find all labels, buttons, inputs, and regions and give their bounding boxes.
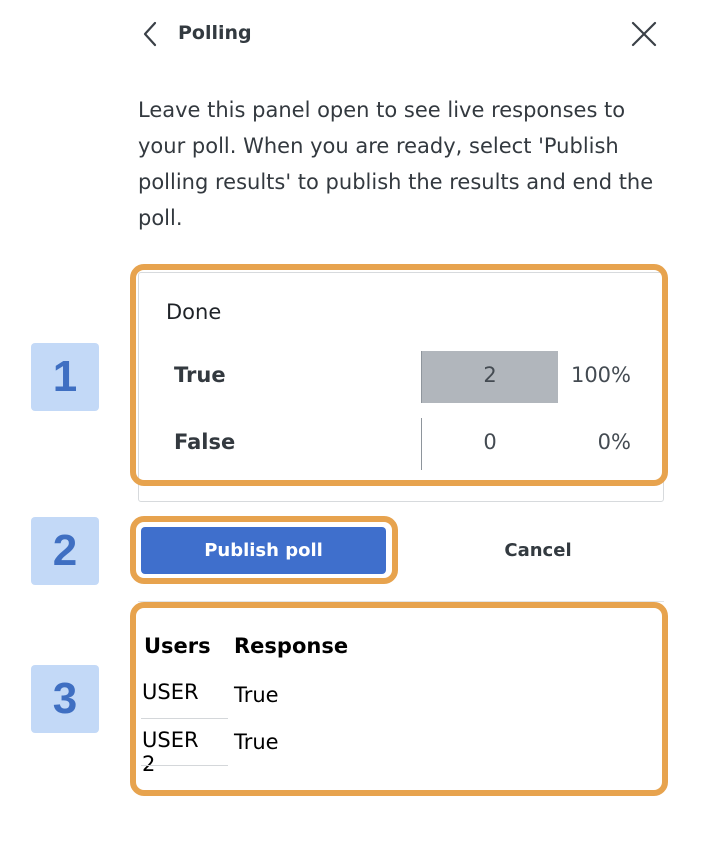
poll-option-count: 2 xyxy=(483,363,497,387)
poll-results-card: Done True 2 100% False 0 0% xyxy=(138,272,664,502)
publish-poll-button[interactable]: Publish poll xyxy=(141,527,386,574)
back-button[interactable] xyxy=(138,20,164,48)
step-badge-1: 1 xyxy=(31,343,99,411)
panel-header: Polling xyxy=(138,16,668,52)
user-cell: USER xyxy=(142,680,199,704)
poll-option-row: True 2 100% xyxy=(139,351,665,403)
poll-option-percent: 100% xyxy=(570,363,631,387)
response-column-header: Response xyxy=(234,634,349,658)
poll-option-row: False 0 0% xyxy=(139,418,665,470)
users-column-header: Users xyxy=(144,634,211,658)
poll-option-label: True xyxy=(174,363,226,387)
poll-option-label: False xyxy=(174,430,236,454)
step-badge-3: 3 xyxy=(31,665,99,733)
close-button[interactable] xyxy=(628,18,660,50)
close-icon xyxy=(631,21,657,47)
user-cell: USER 2 xyxy=(142,728,199,776)
row-divider xyxy=(141,718,228,719)
page-title: Polling xyxy=(178,22,252,44)
response-cell: True xyxy=(234,730,279,754)
divider xyxy=(138,601,664,602)
cancel-button[interactable]: Cancel xyxy=(458,527,618,574)
poll-status: Done xyxy=(166,300,222,324)
step-badge-2: 2 xyxy=(31,517,99,585)
poll-option-percent: 0% xyxy=(597,430,631,454)
response-cell: True xyxy=(234,683,279,707)
instructions-text: Leave this panel open to see live respon… xyxy=(138,98,654,230)
highlight-frame-responses xyxy=(130,602,668,796)
chevron-left-icon xyxy=(143,21,157,47)
row-divider xyxy=(141,765,228,766)
poll-option-count: 0 xyxy=(483,430,497,454)
